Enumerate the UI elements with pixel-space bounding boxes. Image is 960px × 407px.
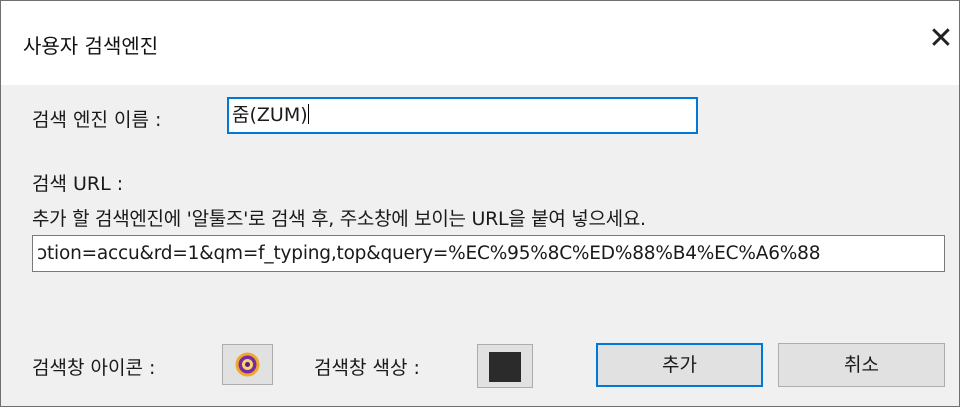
color-picker-button[interactable]: [477, 344, 533, 388]
url-label: 검색 URL :: [32, 173, 124, 195]
url-hint-text: 추가 할 검색엔진에 '알툴즈'로 검색 후, 주소창에 보이는 URL을 붙여…: [32, 208, 646, 230]
engine-name-value: 줌(ZUM): [232, 104, 308, 126]
engine-name-input[interactable]: 줌(ZUM): [227, 97, 698, 134]
cancel-button[interactable]: 취소: [778, 343, 945, 387]
url-input[interactable]: ɔtion=accu&rd=1&qm=f_typing,top&query=%E…: [32, 235, 945, 272]
engine-name-label: 검색 엔진 이름 :: [32, 109, 162, 131]
close-icon[interactable]: ✕: [919, 19, 960, 63]
icon-picker-button[interactable]: [222, 344, 273, 385]
add-button[interactable]: 추가: [596, 343, 763, 387]
text-caret: [307, 104, 309, 124]
zum-logo-icon: [235, 352, 260, 377]
dialog-window: 사용자 검색엔진 ✕ 검색 엔진 이름 : 줌(ZUM) 검색 URL : 추가…: [0, 0, 960, 407]
search-color-label: 검색창 색상 :: [314, 357, 420, 379]
color-swatch: [489, 352, 521, 382]
title-bar: 사용자 검색엔진: [1, 1, 959, 85]
dialog-title: 사용자 검색엔진: [23, 34, 159, 58]
search-icon-label: 검색창 아이콘 :: [32, 357, 156, 379]
